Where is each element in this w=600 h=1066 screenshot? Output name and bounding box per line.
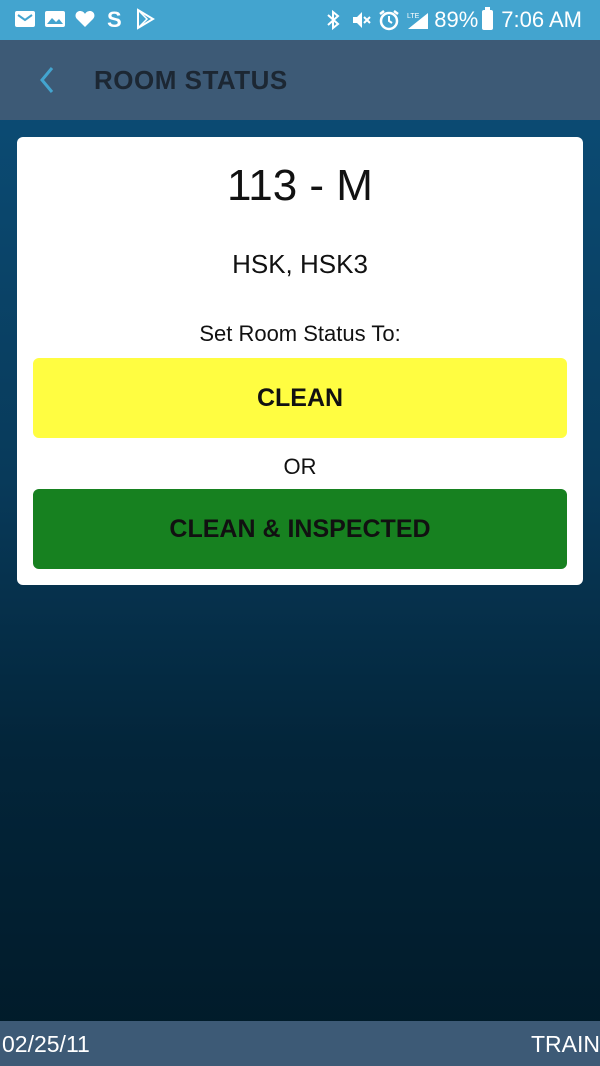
play-store-icon: [134, 8, 156, 30]
gallery-mail-icon: [14, 8, 36, 30]
chevron-left-icon: [30, 67, 66, 102]
s-app-icon: S: [104, 7, 126, 32]
footer-bar: 02/25/11 TRAIN: [0, 1021, 600, 1066]
room-status-card: 113 - M HSK, HSK3 Set Room Status To: CL…: [17, 137, 583, 585]
status-bar: S LTE 89% 7:06 AM: [0, 0, 600, 40]
room-number: 113 - M: [227, 161, 373, 210]
notification-icons: S: [14, 7, 164, 32]
system-icons: LTE 89% 7:06 AM: [322, 0, 582, 40]
alarm-icon: [378, 9, 400, 31]
room-groups: HSK, HSK3: [232, 249, 368, 279]
app-header: ROOM STATUS: [0, 40, 600, 120]
back-button[interactable]: [30, 62, 66, 98]
clean-inspected-button[interactable]: CLEAN & INSPECTED: [33, 489, 567, 569]
battery-icon: [482, 7, 494, 30]
clean-button[interactable]: CLEAN: [33, 358, 567, 438]
page-title: ROOM STATUS: [94, 65, 288, 95]
clock: 7:06 AM: [501, 7, 582, 32]
business-date: 02/25/11: [2, 1031, 90, 1057]
image-icon: [44, 8, 66, 30]
set-status-prompt: Set Room Status To:: [199, 321, 401, 346]
heart-icon: [74, 8, 96, 30]
svg-text:S: S: [107, 8, 122, 30]
mute-icon: [350, 9, 372, 31]
or-separator: OR: [283, 454, 317, 479]
lte-signal-icon: LTE: [406, 9, 429, 31]
bluetooth-icon: [322, 9, 344, 31]
environment-mode: TRAIN: [531, 1031, 600, 1057]
network-label: LTE: [407, 13, 420, 20]
battery-percent: 89%: [434, 7, 479, 32]
